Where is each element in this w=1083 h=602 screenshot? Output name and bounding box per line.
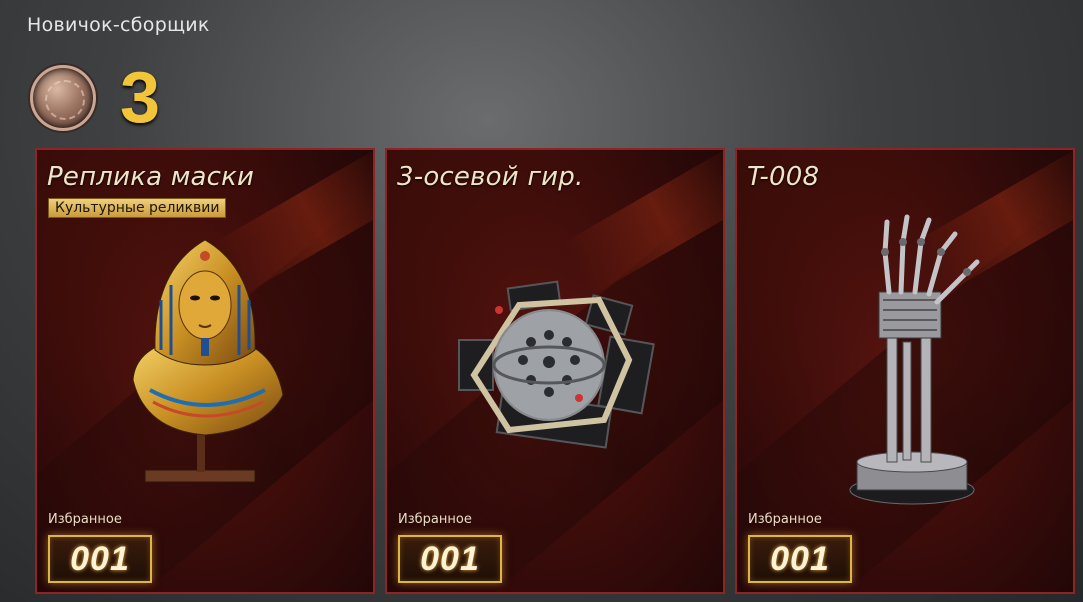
collection-card-t008[interactable]: T-008 Избранное 001 xyxy=(735,148,1075,594)
category-badge: Культурные реликвии xyxy=(48,198,227,218)
page-title: Новичок-сборщик xyxy=(27,14,210,36)
collection-counter-value: 001 xyxy=(70,539,130,578)
three-axis-gyroscope-icon xyxy=(458,280,655,449)
pharaoh-mask-bust-icon xyxy=(132,239,284,483)
collection-counter: 001 xyxy=(748,535,852,583)
collector-level-value: 3 xyxy=(120,58,161,138)
collection-card-mask-replica[interactable]: Реплика маски Культурные реликвии Избран… xyxy=(35,148,375,594)
collector-rank-emblem-icon xyxy=(30,65,96,131)
favorites-label: Избранное xyxy=(48,512,122,527)
card-title: Реплика маски xyxy=(47,162,255,192)
card-title: 3-осевой гир. xyxy=(397,162,584,192)
collection-counter: 001 xyxy=(48,535,152,583)
collection-counter: 001 xyxy=(398,535,502,583)
collection-card-gyroscope[interactable]: 3-осевой гир. Избранное 001 xyxy=(385,148,725,594)
collection-counter-value: 001 xyxy=(770,539,830,578)
robot-arm-endoskeleton-icon xyxy=(849,214,980,505)
favorites-label: Избранное xyxy=(398,512,472,527)
collector-level: 3 xyxy=(30,62,160,134)
card-title: T-008 xyxy=(747,162,820,192)
favorites-label: Избранное xyxy=(748,512,822,527)
collection-counter-value: 001 xyxy=(420,539,480,578)
